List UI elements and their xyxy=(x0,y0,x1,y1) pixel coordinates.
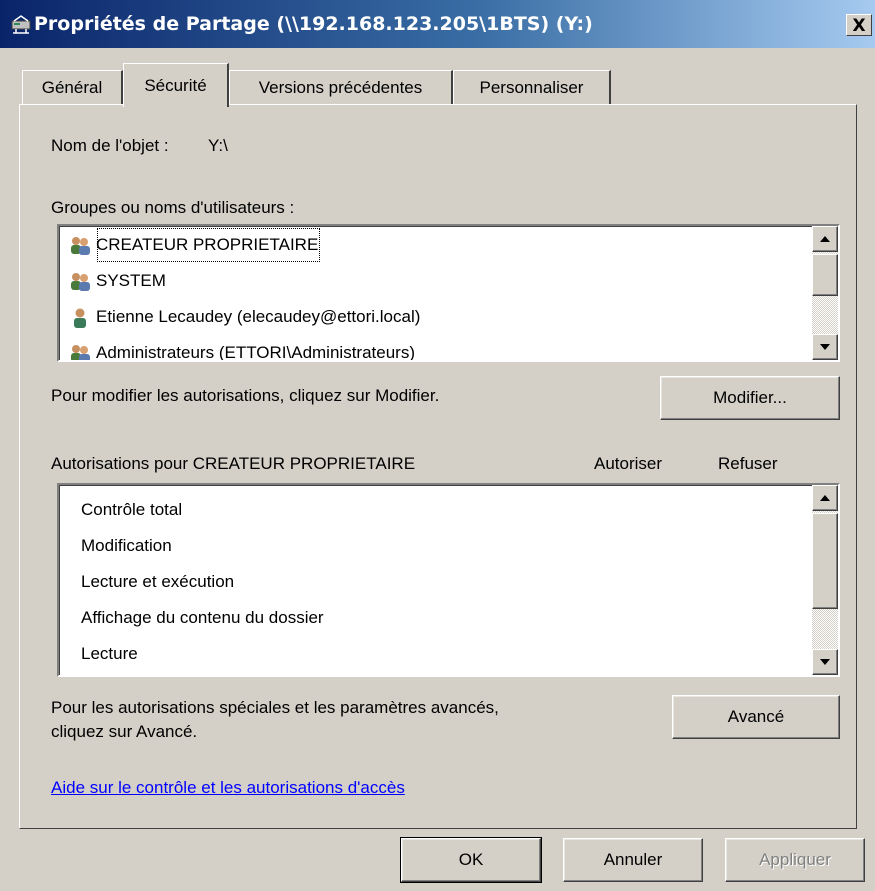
user-item-etienne-lecaudey[interactable]: Etienne Lecaudey (elecaudey@ettori.local… xyxy=(59,299,816,335)
user-item-label: SYSTEM xyxy=(96,271,166,290)
permission-item: Contrôle total xyxy=(81,500,183,519)
advanced-button[interactable]: Avancé xyxy=(672,695,840,739)
permission-item: Affichage du contenu du dossier xyxy=(81,608,324,627)
scroll-up-button[interactable] xyxy=(812,226,838,252)
advanced-hint-line1: Pour les autorisations spéciales et les … xyxy=(51,698,499,717)
user-item-createur-proprietaire[interactable]: CREATEUR PROPRIETAIRE xyxy=(59,227,816,263)
network-drive-icon xyxy=(10,14,32,34)
object-name-value: Y:\ xyxy=(208,136,228,155)
tab-general[interactable]: Général xyxy=(22,70,123,104)
modify-hint: Pour modifier les autorisations, cliquez… xyxy=(51,386,440,405)
arrow-up-icon xyxy=(820,236,830,242)
user-item-label: Administrateurs (ETTORI\Administrateurs) xyxy=(96,343,415,362)
user-item-administrateurs[interactable]: Administrateurs (ETTORI\Administrateurs) xyxy=(59,335,816,362)
scroll-thumb[interactable] xyxy=(812,513,838,609)
groups-label: Groupes ou noms d'utilisateurs : xyxy=(51,198,295,217)
title-bar[interactable]: Propriétés de Partage (\\192.168.123.205… xyxy=(0,0,875,48)
allow-column-header: Autoriser xyxy=(594,454,663,473)
user-item-label: CREATEUR PROPRIETAIRE xyxy=(96,227,321,263)
arrow-up-icon xyxy=(820,495,830,501)
help-link[interactable]: Aide sur le contrôle et les autorisation… xyxy=(51,778,405,798)
group-icon xyxy=(69,342,91,360)
tab-customize[interactable]: Personnaliser xyxy=(453,70,611,104)
modify-button[interactable]: Modifier... xyxy=(660,376,840,420)
security-tab-panel: Nom de l'objet : Y:\ Groupes ou noms d'u… xyxy=(19,104,857,829)
permissions-listbox[interactable]: Contrôle total Modification Lecture et e… xyxy=(57,483,840,677)
advanced-hint-line2: cliquez sur Avancé. xyxy=(51,722,198,741)
tab-previous-versions[interactable]: Versions précédentes xyxy=(229,70,453,104)
scroll-thumb[interactable] xyxy=(812,254,838,296)
permission-item: Modification xyxy=(81,536,172,555)
scroll-down-button[interactable] xyxy=(812,649,838,675)
arrow-down-icon xyxy=(820,659,830,665)
cancel-button[interactable]: Annuler xyxy=(563,838,703,882)
window-title: Propriétés de Partage (\\192.168.123.205… xyxy=(34,13,593,35)
permissions-label: Autorisations pour CREATEUR PROPRIETAIRE xyxy=(51,454,416,473)
deny-column-header: Refuser xyxy=(718,454,778,473)
user-item-system[interactable]: SYSTEM xyxy=(59,263,816,299)
group-icon xyxy=(69,270,91,292)
users-scrollbar[interactable] xyxy=(812,226,838,360)
object-name-label: Nom de l'objet : xyxy=(51,136,169,155)
permission-item: Lecture xyxy=(81,644,138,663)
users-listbox[interactable]: CREATEUR PROPRIETAIRE SYSTEM Etienne Lec… xyxy=(57,224,840,362)
permissions-scrollbar[interactable] xyxy=(812,485,838,675)
user-icon xyxy=(69,306,91,328)
user-item-label: Etienne Lecaudey (elecaudey@ettori.local… xyxy=(96,307,421,326)
ok-button[interactable]: OK xyxy=(400,837,542,883)
apply-button[interactable]: Appliquer xyxy=(725,838,865,882)
group-icon xyxy=(69,234,91,256)
arrow-down-icon xyxy=(820,344,830,350)
close-button[interactable]: X xyxy=(846,14,872,36)
scroll-up-button[interactable] xyxy=(812,485,838,511)
permission-item: Lecture et exécution xyxy=(81,572,235,591)
scroll-down-button[interactable] xyxy=(812,334,838,360)
tab-security[interactable]: Sécurité xyxy=(123,63,229,107)
